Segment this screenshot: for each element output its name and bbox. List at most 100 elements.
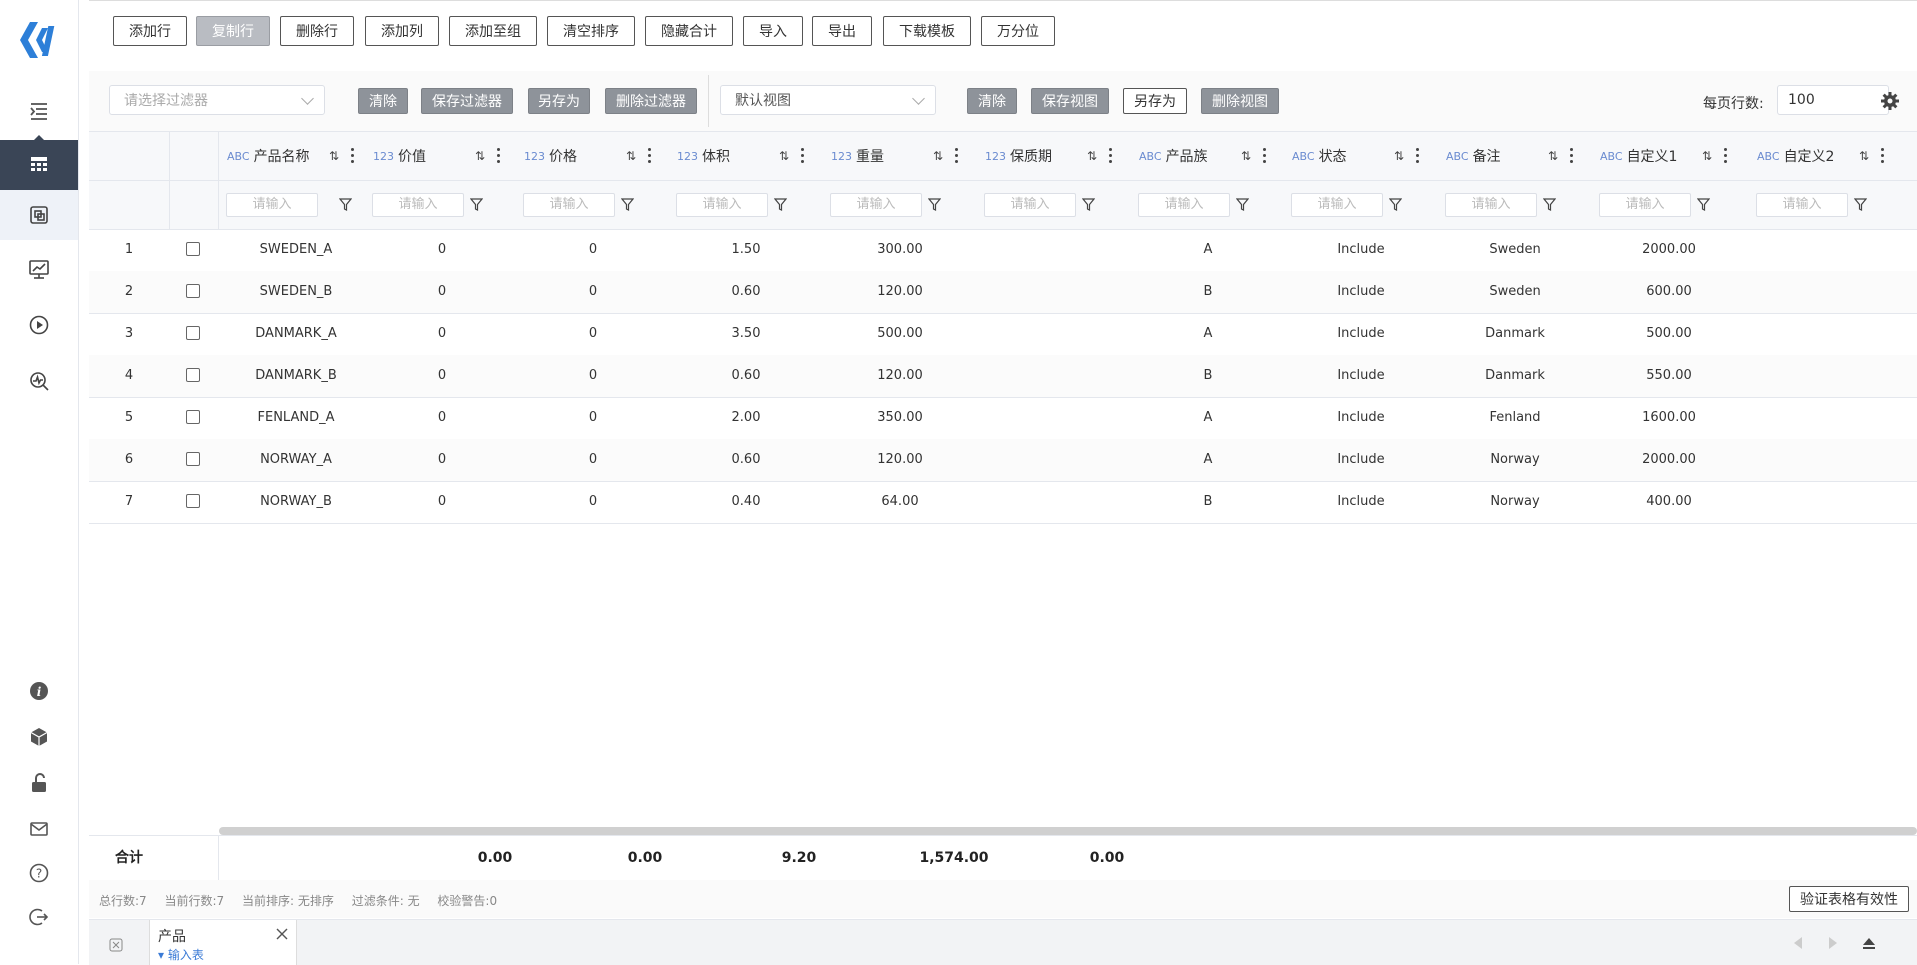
menu-toggle-button[interactable] [0, 86, 78, 136]
table-cell[interactable] [977, 271, 1131, 313]
table-row[interactable]: 1 SWEDEN_A 0 0 1.50 300.00 A Include Sweden 2000.… [89, 229, 1917, 272]
table-cell[interactable]: 400.00 [1592, 481, 1746, 523]
sort-icon[interactable]: ⇅ [1394, 149, 1404, 163]
column-menu-icon[interactable] [1881, 148, 1885, 164]
export-button[interactable]: 导出 [812, 16, 872, 46]
add-column-button[interactable]: 添加列 [365, 16, 439, 46]
table-cell[interactable]: 0 [365, 481, 519, 523]
sidebar-item-dashboard[interactable] [0, 244, 78, 294]
column-menu-icon[interactable] [1416, 148, 1420, 164]
filter-funnel-icon[interactable] [1389, 198, 1402, 211]
next-tab-icon[interactable] [1827, 936, 1839, 950]
horizontal-scrollbar[interactable] [219, 827, 1917, 835]
table-cell[interactable]: 600.00 [1592, 271, 1746, 313]
table-cell[interactable]: 120.00 [823, 355, 977, 397]
column-header[interactable]: ABC 状态 ⇅ [1292, 132, 1438, 180]
filter-funnel-icon[interactable] [1697, 198, 1710, 211]
table-cell[interactable]: 0 [516, 481, 670, 523]
sidebar-item-table[interactable] [0, 140, 78, 190]
table-cell[interactable]: 0 [365, 271, 519, 313]
table-cell[interactable]: SWEDEN_B [219, 271, 373, 313]
table-cell[interactable]: 0 [365, 229, 519, 271]
sort-icon[interactable]: ⇅ [1548, 149, 1558, 163]
table-cell[interactable]: 0 [516, 271, 670, 313]
table-cell[interactable]: B [1131, 355, 1285, 397]
sort-icon[interactable]: ⇅ [1859, 149, 1869, 163]
download-template-button[interactable]: 下载模板 [883, 16, 971, 46]
table-cell[interactable]: NORWAY_B [219, 481, 373, 523]
table-cell[interactable]: 0 [516, 313, 670, 355]
table-cell[interactable]: Include [1284, 271, 1438, 313]
import-button[interactable]: 导入 [743, 16, 803, 46]
table-row[interactable]: 3 DANMARK_A 0 0 3.50 500.00 A Include Danmark 500… [89, 313, 1917, 356]
sidebar-item-package[interactable] [0, 712, 78, 762]
column-menu-icon[interactable] [351, 148, 355, 164]
column-filter-input[interactable]: 请输入 [984, 193, 1076, 217]
column-header[interactable]: ABC 备注 ⇅ [1446, 132, 1592, 180]
table-cell[interactable]: NORWAY_A [219, 439, 373, 481]
table-cell[interactable] [977, 481, 1131, 523]
sidebar-item-unlock[interactable] [0, 758, 78, 808]
table-cell[interactable]: DANMARK_B [219, 355, 373, 397]
column-filter-input[interactable]: 请输入 [372, 193, 464, 217]
sort-icon[interactable]: ⇅ [329, 149, 339, 163]
table-cell[interactable]: 3.50 [669, 313, 823, 355]
table-row[interactable]: 7 NORWAY_B 0 0 0.40 64.00 B Include Norway 400.00 [89, 481, 1917, 524]
table-cell[interactable]: 0 [516, 229, 670, 271]
filter-funnel-icon[interactable] [621, 198, 634, 211]
column-menu-icon[interactable] [955, 148, 959, 164]
column-header[interactable]: 123 重量 ⇅ [831, 132, 977, 180]
collapse-tabs-icon[interactable] [1861, 935, 1877, 951]
filter-funnel-icon[interactable] [1854, 198, 1867, 211]
table-cell[interactable]: Danmark [1438, 355, 1592, 397]
table-cell[interactable] [1749, 397, 1903, 439]
delete-row-button[interactable]: 删除行 [280, 16, 354, 46]
row-checkbox[interactable] [186, 284, 200, 298]
close-all-tabs-icon[interactable] [109, 938, 123, 952]
delete-filter-button[interactable]: 删除过滤器 [605, 88, 697, 114]
column-filter-input[interactable]: 请输入 [1291, 193, 1383, 217]
column-filter-input[interactable]: 请输入 [1756, 193, 1848, 217]
table-cell[interactable] [1749, 229, 1903, 271]
table-cell[interactable]: 0 [516, 355, 670, 397]
delete-view-button[interactable]: 删除视图 [1201, 88, 1279, 114]
table-cell[interactable]: 0 [365, 439, 519, 481]
prev-tab-icon[interactable] [1792, 936, 1804, 950]
column-menu-icon[interactable] [648, 148, 652, 164]
table-cell[interactable] [977, 355, 1131, 397]
filter-funnel-icon[interactable] [1082, 198, 1095, 211]
table-cell[interactable]: 500.00 [823, 313, 977, 355]
sidebar-item-model[interactable] [0, 190, 78, 240]
table-cell[interactable] [1749, 271, 1903, 313]
table-cell[interactable]: Sweden [1438, 229, 1592, 271]
table-cell[interactable]: 0 [365, 313, 519, 355]
column-filter-input[interactable]: 请输入 [830, 193, 922, 217]
sort-icon[interactable]: ⇅ [1241, 149, 1251, 163]
save-filter-as-button[interactable]: 另存为 [528, 88, 590, 114]
add-to-group-button[interactable]: 添加至组 [449, 16, 537, 46]
table-cell[interactable]: Fenland [1438, 397, 1592, 439]
table-row[interactable]: 6 NORWAY_A 0 0 0.60 120.00 A Include Norway 2000.… [89, 439, 1917, 482]
close-icon[interactable] [276, 928, 288, 940]
row-checkbox[interactable] [186, 242, 200, 256]
table-cell[interactable]: A [1131, 313, 1285, 355]
table-cell[interactable]: Danmark [1438, 313, 1592, 355]
row-checkbox[interactable] [186, 452, 200, 466]
column-filter-input[interactable]: 请输入 [676, 193, 768, 217]
tab-product[interactable]: 产品 ▾ 输入表 [149, 920, 297, 965]
column-filter-input[interactable]: 请输入 [1138, 193, 1230, 217]
table-cell[interactable]: Norway [1438, 481, 1592, 523]
table-cell[interactable]: 0.40 [669, 481, 823, 523]
table-cell[interactable]: 120.00 [823, 271, 977, 313]
hide-total-button[interactable]: 隐藏合计 [645, 16, 733, 46]
row-checkbox[interactable] [186, 368, 200, 382]
add-row-button[interactable]: 添加行 [113, 16, 187, 46]
clear-sort-button[interactable]: 清空排序 [547, 16, 635, 46]
table-cell[interactable]: A [1131, 439, 1285, 481]
table-cell[interactable]: Include [1284, 229, 1438, 271]
column-menu-icon[interactable] [801, 148, 805, 164]
column-header[interactable]: ABC 产品名称 ⇅ [227, 132, 373, 180]
sidebar-item-logout[interactable] [0, 892, 78, 942]
table-cell[interactable]: 550.00 [1592, 355, 1746, 397]
save-view-as-button[interactable]: 另存为 [1123, 88, 1187, 114]
